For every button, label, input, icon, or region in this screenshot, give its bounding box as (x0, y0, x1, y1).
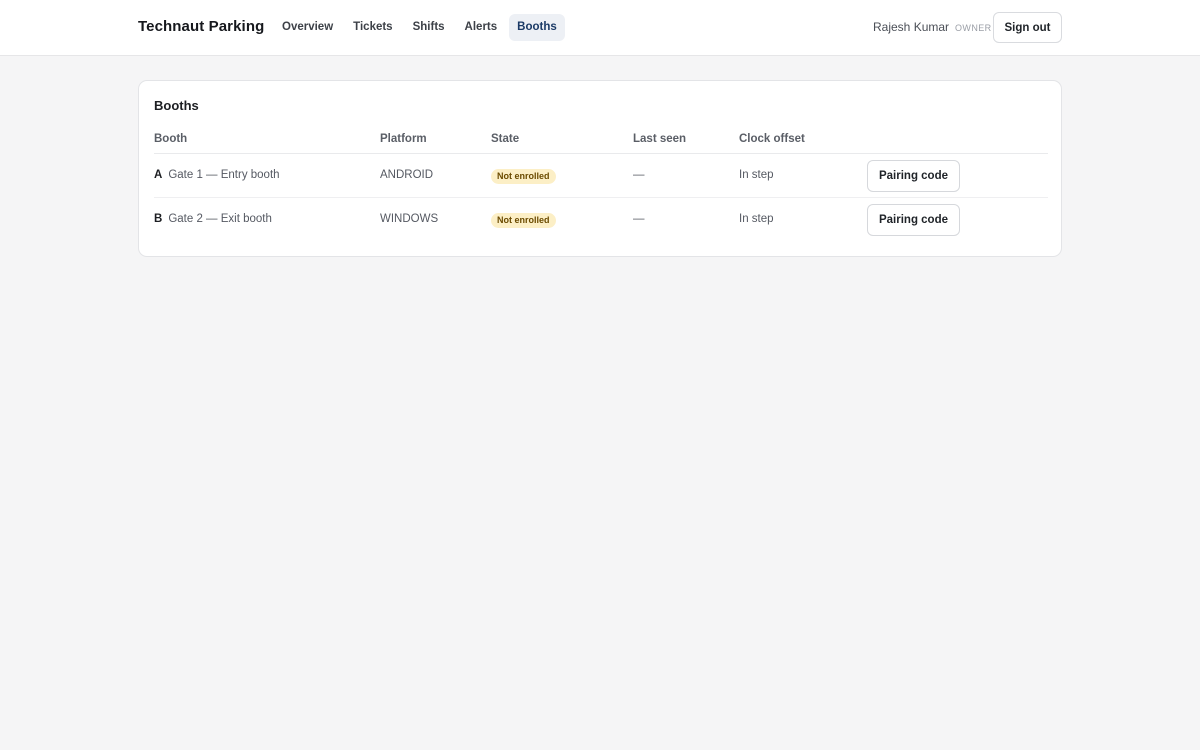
nav-booths[interactable]: Booths (509, 14, 565, 41)
nav-overview[interactable]: Overview (274, 14, 341, 41)
booth-name: Gate 1 — Entry booth (168, 169, 280, 181)
pairing-code-button[interactable]: Pairing code (867, 204, 960, 236)
last-seen-cell: — (633, 213, 645, 225)
top-navigation-bar: Technaut Parking Overview Tickets Shifts… (0, 0, 1200, 56)
status-badge: Not enrolled (491, 169, 556, 184)
column-header-booth: Booth (154, 133, 188, 145)
column-header-state: State (491, 133, 520, 145)
nav-tickets[interactable]: Tickets (345, 14, 400, 41)
last-seen-cell: — (633, 169, 645, 181)
app-brand: Technaut Parking (138, 18, 265, 35)
user-info: Rajesh Kumar OWNER (873, 20, 992, 34)
column-header-last-seen: Last seen (633, 133, 687, 145)
booths-card: Booths Booth Platform State Last seen Cl… (138, 80, 1062, 257)
nav-shifts[interactable]: Shifts (405, 14, 453, 41)
table-row: B Gate 2 — Exit booth WINDOWS Not enrolle… (154, 198, 1048, 242)
status-badge: Not enrolled (491, 213, 556, 228)
booth-cell: A Gate 1 — Entry booth (154, 169, 280, 181)
column-header-clock-offset: Clock offset (739, 133, 805, 145)
platform-cell: WINDOWS (380, 213, 439, 225)
sign-out-button[interactable]: Sign out (993, 12, 1062, 43)
booth-name: Gate 2 — Exit booth (168, 213, 272, 225)
booth-code: A (154, 169, 163, 181)
user-name: Rajesh Kumar (873, 20, 950, 34)
clock-offset-cell: In step (739, 213, 774, 225)
table-row: A Gate 1 — Entry booth ANDROID Not enroll… (154, 154, 1048, 198)
column-header-platform: Platform (380, 133, 427, 145)
main-nav: Overview Tickets Shifts Alerts Booths (274, 14, 565, 41)
user-role: OWNER (955, 23, 992, 33)
booth-cell: B Gate 2 — Exit booth (154, 213, 272, 225)
nav-alerts[interactable]: Alerts (457, 14, 506, 41)
platform-cell: ANDROID (380, 169, 434, 181)
clock-offset-cell: In step (739, 169, 774, 181)
card-title: Booths (154, 98, 199, 113)
pairing-code-button[interactable]: Pairing code (867, 160, 960, 192)
booth-code: B (154, 213, 163, 225)
